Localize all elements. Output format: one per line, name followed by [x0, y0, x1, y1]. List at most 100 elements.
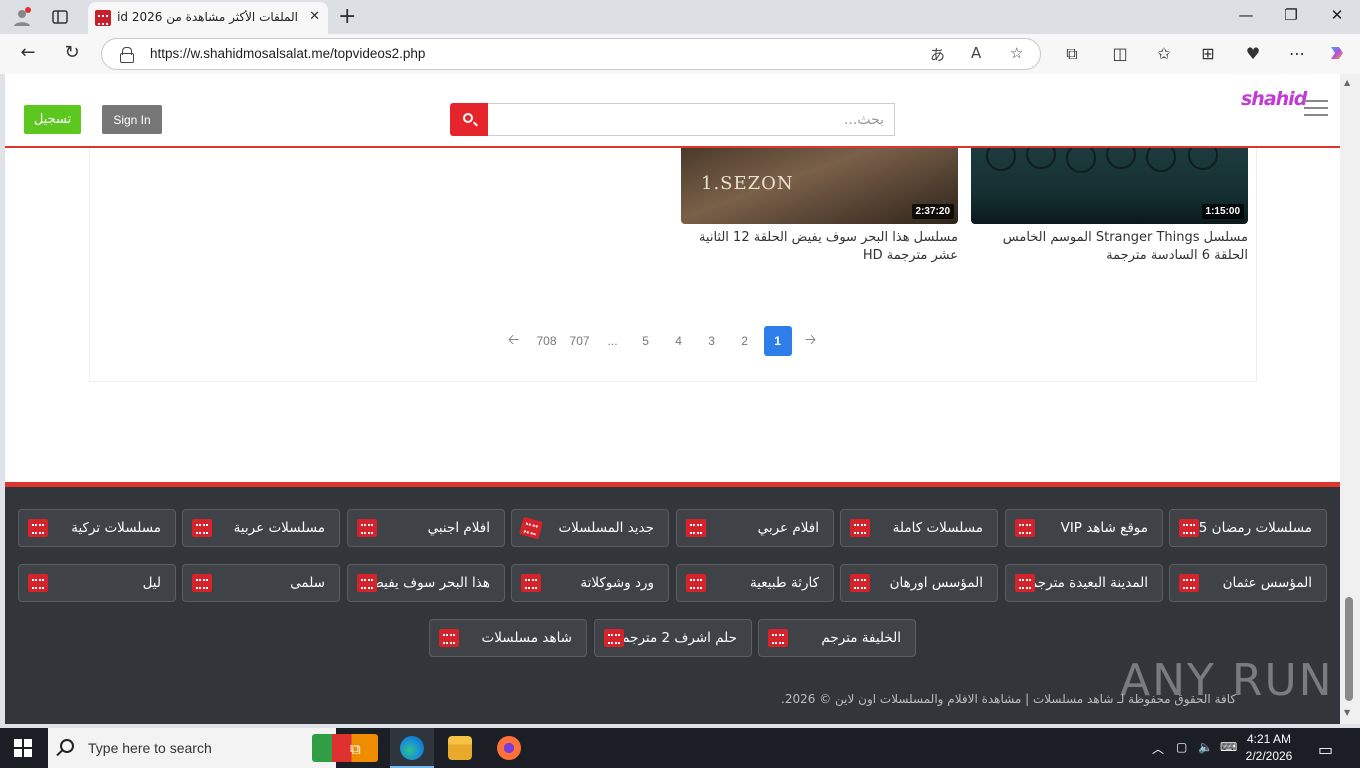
footer-link-label: مسلسلات كاملة [892, 520, 983, 536]
tv-icon [850, 574, 870, 592]
footer-link[interactable]: كارثة طبيعية [676, 564, 834, 602]
pagination-ellipsis: ... [607, 334, 618, 348]
read-aloud-icon[interactable]: A [971, 44, 981, 62]
scrollbar-thumb[interactable] [1345, 597, 1353, 701]
footer-link-label: افلام اجنبي [427, 520, 490, 536]
footer-link[interactable]: المؤسس اورهان [840, 564, 998, 602]
translate-icon[interactable]: あ [930, 44, 945, 65]
pagination-next-icon[interactable]: 🡢 [797, 326, 825, 356]
footer-link-label: جديد المسلسلات [558, 520, 654, 536]
clock-date: 2/2/2026 [1245, 749, 1293, 763]
more-options-icon[interactable]: ⋯ [1286, 44, 1308, 63]
tab-close-icon[interactable]: ✕ [309, 9, 320, 24]
windows-taskbar: Type here to search ⧉ ︿ ▢ 🔈 ⌨ 4:21 AM 2/… [0, 728, 1360, 768]
tv-icon [604, 629, 624, 647]
site-logo[interactable]: shahid [1241, 88, 1307, 110]
restore-icon[interactable]: ❐ [1271, 6, 1311, 24]
footer-link[interactable]: الخليفة مترجم [758, 619, 916, 657]
address-bar[interactable]: https://w.shahidmosalsalat.me/topvideos2… [101, 38, 1041, 70]
footer-link-label: المؤسس اورهان [889, 575, 983, 591]
network-icon[interactable]: ▢ [1176, 740, 1187, 754]
copilot-icon[interactable] [1326, 44, 1348, 66]
scroll-down-icon[interactable]: ▼ [1344, 708, 1350, 717]
video-title[interactable]: مسلسل Stranger Things الموسم الخامس الحل… [971, 229, 1248, 265]
tv-icon [686, 574, 706, 592]
footer-link[interactable]: موقع شاهد VIP [1005, 509, 1163, 547]
pagination-page[interactable]: 708 [533, 326, 561, 356]
taskbar-search-placeholder: Type here to search [88, 740, 212, 756]
lock-icon[interactable] [120, 47, 134, 63]
site-favicon-icon [95, 10, 111, 26]
footer-link[interactable]: ليل [18, 564, 176, 602]
browser-tab-active[interactable]: الملفات الأكثر مشاهدة من 2026 Shahid ✕ [88, 2, 328, 34]
pagination-page[interactable]: 707 [566, 326, 594, 356]
pagination-page-current[interactable]: 1 [763, 326, 792, 356]
footer-link[interactable]: مسلسلات تركية [18, 509, 176, 547]
collections-icon[interactable]: ⊞ [1197, 44, 1219, 63]
footer-link[interactable]: افلام عربي [676, 509, 834, 547]
volume-icon[interactable]: 🔈 [1198, 740, 1213, 754]
search-icon [60, 739, 74, 753]
scroll-up-icon[interactable]: ▲ [1344, 78, 1350, 87]
menu-hamburger-icon[interactable] [1304, 100, 1328, 116]
footer-link[interactable]: مسلسلات رمضان 2025 [1169, 509, 1327, 547]
video-thumbnail[interactable]: 1.SEZON 2:37:20 [681, 148, 958, 224]
pagination-prev-icon[interactable]: 🡠 [500, 326, 528, 356]
browser-essentials-icon[interactable]: ♥ [1242, 44, 1264, 63]
pagination-page[interactable]: 4 [665, 326, 693, 356]
favorite-star-icon[interactable]: ☆ [1010, 44, 1023, 62]
back-icon[interactable]: ← [15, 42, 41, 66]
footer-link[interactable]: مسلسلات كاملة [840, 509, 998, 547]
site-header: تسجيل Sign In shahid [5, 74, 1340, 148]
tv-icon [850, 519, 870, 537]
task-view-icon[interactable]: ⧉ [350, 740, 361, 758]
firefox-icon[interactable] [497, 736, 521, 760]
extensions-icon[interactable]: ⧉ [1061, 44, 1083, 64]
split-screen-icon[interactable]: ◫ [1109, 44, 1131, 63]
url-text[interactable]: https://w.shahidmosalsalat.me/topvideos2… [150, 46, 425, 61]
search-input[interactable] [488, 103, 895, 136]
footer-link[interactable]: المدينة البعيدة مترجم [1005, 564, 1163, 602]
footer-link[interactable]: هذا البحر سوف يفيض [347, 564, 505, 602]
page-scrollbar[interactable]: ▲ ▼ [1340, 74, 1360, 724]
windows-start-icon[interactable] [14, 739, 32, 757]
new-tab-icon[interactable]: + [338, 4, 356, 29]
tv-icon [357, 574, 377, 592]
register-button[interactable]: تسجيل [24, 105, 81, 134]
tab-actions-icon[interactable] [48, 5, 72, 29]
tv-icon [28, 574, 48, 592]
footer-link[interactable]: شاهد مسلسلات [429, 619, 587, 657]
reload-icon[interactable]: ↻ [59, 42, 85, 66]
video-title[interactable]: مسلسل هذا البحر سوف يفيض الحلقة 12 الثان… [681, 229, 958, 265]
sign-in-button[interactable]: Sign In [102, 105, 162, 134]
pagination-page[interactable]: 3 [698, 326, 726, 356]
browser-tab-bar: الملفات الأكثر مشاهدة من 2026 Shahid ✕ +… [0, 0, 1360, 34]
favorites-icon[interactable]: ✩ [1153, 44, 1175, 63]
search-button[interactable] [450, 103, 488, 136]
video-thumbnail[interactable]: 1:15:00 [971, 148, 1248, 224]
pagination-page[interactable]: 2 [731, 326, 759, 356]
footer-link[interactable]: حلم اشرف 2 مترجم [594, 619, 752, 657]
file-explorer-icon[interactable] [448, 736, 472, 760]
notifications-icon[interactable]: ▭ [1318, 740, 1333, 759]
footer-link[interactable]: ورد وشوكلاتة [511, 564, 669, 602]
footer-link-label: موقع شاهد VIP [1060, 520, 1148, 536]
tv-icon [28, 519, 48, 537]
profile-icon[interactable] [10, 5, 34, 29]
footer-link[interactable]: افلام اجنبي [347, 509, 505, 547]
minimize-icon[interactable]: — [1226, 6, 1266, 24]
close-window-icon[interactable]: ✕ [1317, 6, 1357, 24]
footer-link[interactable]: جديد المسلسلات [511, 509, 669, 547]
videos-content: 1.SEZON 2:37:20 مسلسل هذا البحر سوف يفيض… [89, 148, 1257, 382]
taskbar-search[interactable]: Type here to search [48, 728, 378, 768]
taskbar-clock[interactable]: 4:21 AM 2/2/2026 [1230, 731, 1308, 765]
tray-chevron-icon[interactable]: ︿ [1152, 740, 1164, 757]
footer-link-label: حلم اشرف 2 مترجم [621, 630, 737, 646]
footer-link-label: الخليفة مترجم [821, 630, 901, 646]
edge-browser-icon[interactable] [400, 736, 424, 760]
pagination-page[interactable]: 5 [632, 326, 660, 356]
video-duration: 2:37:20 [911, 204, 954, 219]
footer-link[interactable]: سلمى [182, 564, 340, 602]
footer-link[interactable]: مسلسلات عربية [182, 509, 340, 547]
footer-link[interactable]: المؤسس عثمان [1169, 564, 1327, 602]
